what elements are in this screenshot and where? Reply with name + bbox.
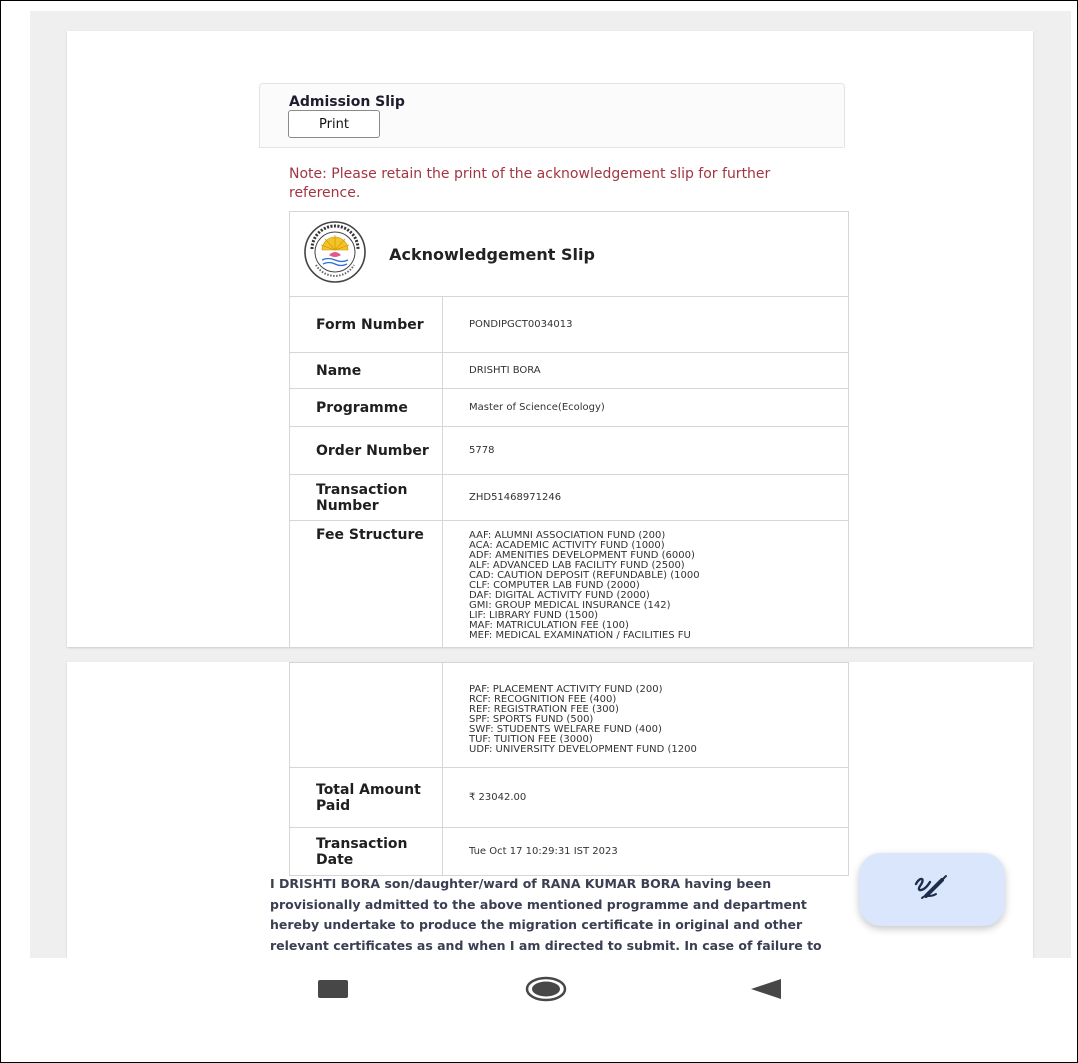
back-button[interactable] [750,978,782,1000]
row-label: Name [289,352,443,389]
total-amount-value: ₹ 23042.00 [442,767,849,828]
acknowledgement-table: Acknowledgement Slip Form Number PONDIPG… [289,211,849,647]
row-value: 5778 [442,426,849,475]
fee-structure-label: Fee Structure [289,520,443,647]
fee-structure-label-continued [289,662,443,768]
retain-note: Note: Please retain the print of the ack… [289,166,771,201]
university-logo [302,219,368,289]
row-value: DRISHTI BORA [442,352,849,389]
table-row: Fee Structure AAF: ALUMNI ASSOCIATION FU… [289,520,849,647]
row-label: Transaction Number [289,474,443,521]
transaction-date-value: Tue Oct 17 10:29:31 IST 2023 [442,827,849,876]
table-row: Name DRISHTI BORA [289,352,849,389]
transaction-date-label: Transaction Date [289,827,443,876]
row-label: Order Number [289,426,443,475]
draw-icon [912,872,952,907]
row-value: ZHD51468971246 [442,474,849,521]
document-viewer[interactable]: Admission Slip Print Note: Please retain… [30,11,1071,958]
fee-item: UDF: UNIVERSITY DEVELOPMENT FUND (1200 [469,744,697,755]
table-row: PAF: PLACEMENT ACTIVITY FUND (200) RCF: … [289,662,849,768]
slip-header-cell: Acknowledgement Slip [289,211,849,297]
fee-structure-cell: PAF: PLACEMENT ACTIVITY FUND (200) RCF: … [442,662,849,768]
print-button[interactable]: Print [288,110,380,138]
home-button[interactable] [524,976,568,1002]
admission-card-header: Admission Slip Print [259,83,845,148]
pdf-page-1: Admission Slip Print Note: Please retain… [67,31,1033,647]
total-amount-label: Total Amount Paid [289,767,443,828]
fee-item: MEF: MEDICAL EXAMINATION / FACILITIES FU [469,630,691,641]
row-value: PONDIPGCT0034013 [442,296,849,353]
android-nav-bar [0,958,1078,1018]
table-row: Order Number 5778 [289,426,849,475]
table-row: Total Amount Paid ₹ 23042.00 [289,767,849,828]
row-label: Programme [289,388,443,427]
annotate-fab-button[interactable] [859,853,1005,926]
acknowledgement-slip-title: Acknowledgement Slip [389,244,595,264]
card-divider [259,147,843,148]
table-row: Transaction Number ZHD51468971246 [289,474,849,521]
row-value: Master of Science(Ecology) [442,388,849,427]
recent-apps-button[interactable] [318,980,348,998]
table-row: Programme Master of Science(Ecology) [289,388,849,427]
row-label: Form Number [289,296,443,353]
fee-structure-cell: AAF: ALUMNI ASSOCIATION FUND (200) ACA: … [442,520,849,647]
acknowledgement-table-continued: PAF: PLACEMENT ACTIVITY FUND (200) RCF: … [289,662,849,876]
declaration-text: I DRISHTI BORA son/daughter/ward of RANA… [270,876,822,953]
table-row: Transaction Date Tue Oct 17 10:29:31 IST… [289,827,849,876]
table-row: Form Number PONDIPGCT0034013 [289,296,849,353]
admission-slip-title: Admission Slip [289,94,405,110]
